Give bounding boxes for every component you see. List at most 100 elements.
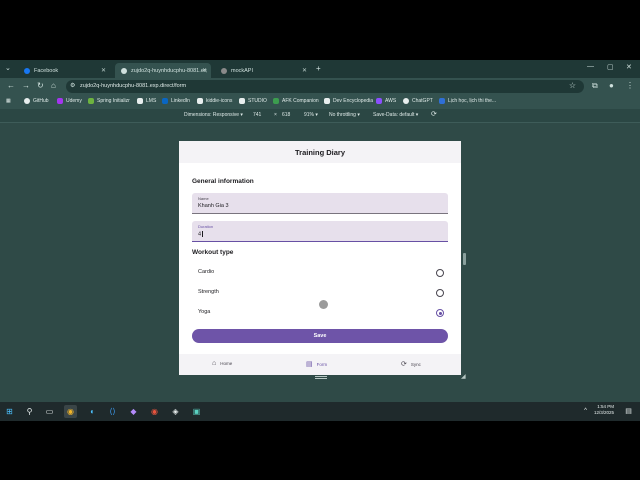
menu-icon[interactable]: ⋮ [626,81,634,90]
bookmark-github[interactable]: GitHub [24,98,49,104]
device-screen: Training Diary General information Name … [179,141,461,375]
height-input[interactable]: 618 [282,112,290,118]
vscode-taskbar-icon[interactable]: ⟨⟩ [106,405,119,418]
bookmark-star-icon[interactable]: ☆ [569,81,576,90]
bookmark-label: Dev Encyclopedia [333,98,374,104]
save-button[interactable]: Save [192,329,448,343]
site-icon [121,67,127,74]
workout-option-cardio[interactable]: Cardio [192,265,448,281]
option-label: Yoga [198,309,211,315]
lms-icon [137,98,143,104]
extensions-icon[interactable]: ⧉ [592,81,598,91]
bookmark-chatgpt[interactable]: ChatGPT [403,98,433,104]
date: 12/3/2025 [593,410,614,415]
linkedin-icon [162,98,168,104]
bookmark-label: Spring Initializr [97,98,130,104]
task-view-icon[interactable]: ▭ [43,405,56,418]
aws-icon [376,98,382,104]
app-taskbar-icon[interactable]: ◆ [127,405,140,418]
nav-sync[interactable]: ⟳ Sync [401,360,421,368]
dimensions-dropdown[interactable]: Dimensions: Responsive ▾ [184,112,243,118]
bookmark-lms[interactable]: LMS [137,98,156,104]
bookmark-afk[interactable]: AFK Companion [273,98,319,104]
chrome-taskbar-icon[interactable]: ◉ [64,405,77,418]
notification-icon[interactable]: ▤ [622,405,635,418]
github-icon [24,98,30,104]
bookmark-linkedin[interactable]: LinkedIn [162,98,190,104]
search-icon[interactable]: ⚲ [23,405,36,418]
width-input[interactable]: 741 [253,112,261,118]
radio-unselected-icon[interactable] [436,289,444,297]
resize-handle[interactable] [315,376,327,379]
edge-taskbar-icon[interactable]: ◐ [86,405,99,418]
close-window-icon[interactable]: ✕ [626,63,632,71]
url-text: zujdo2q-huynhducphu-8081.exp.direct/form [80,82,187,89]
nav-home[interactable]: ⌂ Home [212,360,232,367]
studio-icon [239,98,245,104]
tab-list-icon[interactable]: ⌄ [5,64,11,72]
profile-icon[interactable]: ● [609,81,614,90]
name-field[interactable]: Name Khanh Gia 3 [192,193,448,214]
tab-mockapi[interactable]: mockAPI ✕ [215,63,311,78]
minimize-icon[interactable]: — [587,63,594,70]
forward-icon[interactable]: → [22,81,30,90]
home-icon[interactable]: ⌂ [51,81,56,90]
scrollbar[interactable] [463,253,466,265]
workout-section-title: Workout type [192,249,234,256]
site-info-icon[interactable]: ⚙ [70,82,75,89]
save-data-dropdown[interactable]: Save-Data: default ▾ [373,112,418,118]
zoom-label: 91% [304,112,315,118]
maximize-icon[interactable]: ▢ [607,63,614,71]
option-label: Cardio [198,269,215,275]
close-tab-icon[interactable]: ✕ [302,67,307,74]
chrome-profile-taskbar-icon[interactable]: ◉ [148,405,161,418]
radio-selected-icon[interactable] [436,309,444,317]
tab-label: mockAPI [231,67,254,74]
workout-option-strength[interactable]: Strength [192,285,448,301]
terminal-taskbar-icon[interactable]: ◈ [169,405,182,418]
bookmark-aws[interactable]: AWS [376,98,396,104]
rotate-icon[interactable]: ⟳ [431,110,437,118]
touch-cursor [319,300,328,309]
back-icon[interactable]: ← [7,81,15,90]
dev-encyclopedia-icon [324,98,330,104]
bottom-navigation: ⌂ Home ▤ Form ⟳ Sync [179,354,461,375]
bookmark-label: AWS [385,98,397,104]
bookmark-spring[interactable]: Spring Initializr [88,98,130,104]
tab-label: zujdo2q-huynhducphu-8081.exp.direct/form [131,67,207,74]
afk-icon [273,98,279,104]
bookmark-label: kiddie-icons [206,98,233,104]
tab-form[interactable]: zujdo2q-huynhducphu-8081.exp.direct/form… [115,63,211,78]
bookmark-dev-encyclopedia[interactable]: Dev Encyclopedia [324,98,373,104]
folder-taskbar-icon[interactable]: ▣ [190,405,203,418]
new-tab-button[interactable]: + [316,64,321,73]
bookmark-udemy[interactable]: Udemy [57,98,82,104]
zoom-dropdown[interactable]: 91% ▾ [304,112,318,118]
duration-field[interactable]: Duration 4 [192,221,448,242]
close-tab-icon[interactable]: ✕ [202,67,207,74]
tab-strip: ⌄ Facebook ✕ zujdo2q-huynhducphu-8081.ex… [0,60,640,78]
duration-label: Duration [198,224,214,229]
toolbar: ← → ↻ ⌂ ⚙ zujdo2q-huynhducphu-8081.exp.d… [0,78,640,95]
address-bar[interactable]: ⚙ zujdo2q-huynhducphu-8081.exp.direct/fo… [66,80,584,93]
clock[interactable]: 1:54 PM 12/3/2025 [590,404,614,416]
windows-start-icon[interactable]: ⊞ [3,405,16,418]
calendar-icon [439,98,445,104]
kiddie-icons-icon [197,98,203,104]
bookmarks-bar: ▦ GitHub Udemy Spring Initializr LMS Lin… [0,95,640,109]
close-tab-icon[interactable]: ✕ [101,67,106,74]
app-header: Training Diary [179,141,461,163]
text-caret [201,231,203,237]
device-toolbar: Dimensions: Responsive ▾ 741 × 618 91% ▾… [0,109,640,123]
radio-unselected-icon[interactable] [436,269,444,277]
resize-corner-icon[interactable]: ◢ [461,373,466,380]
bookmark-lich-hoc[interactable]: Lịch học, lịch thi the... [439,98,496,104]
reload-icon[interactable]: ↻ [37,81,44,90]
bookmark-kiddie-icons[interactable]: kiddie-icons [197,98,232,104]
bookmark-studio[interactable]: STUDIO [239,98,267,104]
throttling-dropdown[interactable]: No throttling ▾ [329,112,360,118]
tab-facebook[interactable]: Facebook ✕ [18,63,110,78]
apps-icon[interactable]: ▦ [6,98,11,104]
nav-form[interactable]: ▤ Form [306,360,327,368]
spring-icon [88,98,94,104]
